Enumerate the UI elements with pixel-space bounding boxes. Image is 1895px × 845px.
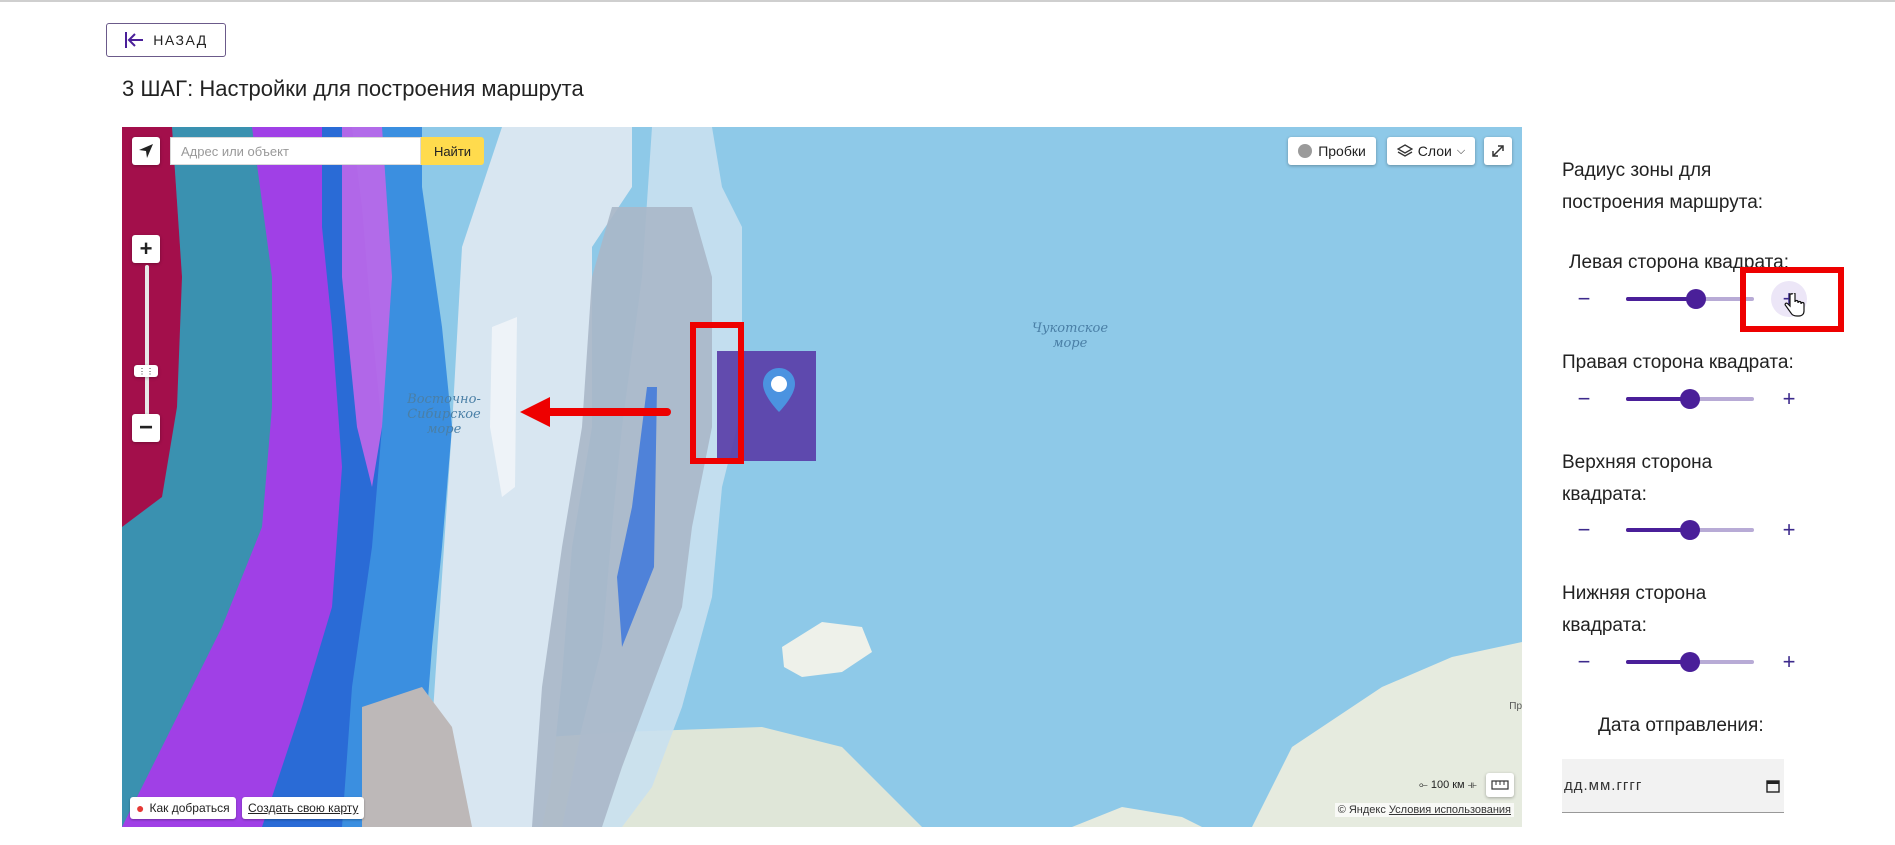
zoom-in-button[interactable]: + xyxy=(132,235,160,263)
zoom-slider-handle[interactable]: ⋮⋮ xyxy=(134,365,158,377)
sea-label-line: Чукотское xyxy=(1031,321,1109,336)
fullscreen-icon xyxy=(1492,145,1504,157)
right-side-plus-button[interactable]: + xyxy=(1777,386,1801,411)
scale-label: 100 км xyxy=(1430,779,1465,791)
create-map-link[interactable]: Создать свою карту xyxy=(242,797,365,819)
radius-title-line2: построения маршрута: xyxy=(1562,192,1764,213)
sea-label-east-siberian: Восточно- Сибирское море xyxy=(394,392,494,437)
chevron-down-icon: ⌵ xyxy=(1456,144,1466,157)
radius-title-line1: Радиус зоны для xyxy=(1562,160,1712,181)
map-search-input[interactable]: Адрес или объект xyxy=(170,137,421,165)
map-edge-label: Пр xyxy=(1509,701,1522,712)
top-side-label: Верхняя сторона квадрата: xyxy=(1562,447,1712,511)
left-side-minus-button[interactable]: − xyxy=(1572,286,1596,311)
map-canvas xyxy=(122,127,1522,827)
left-side-slider-thumb[interactable] xyxy=(1686,289,1707,309)
top-side-label-line1: Верхняя сторона xyxy=(1562,452,1713,473)
ruler-icon xyxy=(1491,780,1509,790)
top-side-label-line2: квадрата: xyxy=(1562,484,1647,505)
sea-label-line: Восточно- xyxy=(407,392,481,407)
date-placeholder: дд.мм.гггг xyxy=(1564,777,1643,794)
traffic-icon xyxy=(1298,144,1313,158)
back-button[interactable]: НАЗАД xyxy=(106,23,226,57)
date-label: Дата отправления: xyxy=(1598,715,1764,736)
fullscreen-button[interactable] xyxy=(1484,137,1512,165)
copyright-text: © Яндекс xyxy=(1337,804,1386,816)
zoom-out-button[interactable]: − xyxy=(132,414,160,442)
top-side-slider: − + xyxy=(1562,517,1802,542)
traffic-button[interactable]: Пробки xyxy=(1288,137,1376,165)
hand-cursor-icon xyxy=(1784,293,1805,317)
map-find-button[interactable]: Найти xyxy=(421,137,484,165)
right-side-label: Правая сторона квадрата: xyxy=(1562,352,1794,373)
route-link-label: Как добраться xyxy=(149,801,230,815)
geolocation-button[interactable] xyxy=(132,137,160,165)
bottom-side-slider: − + xyxy=(1562,649,1802,674)
top-side-minus-button[interactable]: − xyxy=(1572,517,1596,542)
right-side-slider: − + xyxy=(1562,386,1802,411)
route-link[interactable]: ● Как добраться xyxy=(130,797,236,819)
calendar-icon[interactable] xyxy=(1766,779,1780,793)
layers-button[interactable]: Слои ⌵ xyxy=(1387,137,1475,165)
back-button-label: НАЗАД xyxy=(153,32,208,48)
map-copyright: © Яндекс Условия использования xyxy=(1334,803,1514,817)
right-side-slider-thumb[interactable] xyxy=(1680,389,1700,409)
bottom-side-plus-button[interactable]: + xyxy=(1777,649,1801,674)
page-title: 3 ШАГ: Настройки для построения маршрута xyxy=(122,76,584,101)
bottom-side-slider-thumb[interactable] xyxy=(1680,652,1700,672)
zoom-slider-track[interactable] xyxy=(145,265,149,425)
top-side-slider-thumb[interactable] xyxy=(1680,520,1700,540)
bottom-side-label: Нижняя сторона квадрата: xyxy=(1562,578,1706,642)
traffic-label: Пробки xyxy=(1318,143,1366,159)
radius-title: Радиус зоны для построения маршрута: xyxy=(1562,155,1763,219)
location-pin-icon: ● xyxy=(136,800,145,816)
layers-icon xyxy=(1396,144,1413,157)
map[interactable]: Чукотское море Восточно- Сибирское море … xyxy=(122,127,1522,827)
right-side-slider-track[interactable] xyxy=(1626,389,1754,409)
layers-label: Слои xyxy=(1417,143,1452,159)
departure-date-input[interactable]: дд.мм.гггг xyxy=(1562,759,1784,813)
sea-label-line: море xyxy=(1052,336,1088,351)
bottom-side-slider-track[interactable] xyxy=(1626,652,1754,672)
sea-label-line: море xyxy=(426,422,462,437)
map-scale: ⟜ 100 км ⟛ xyxy=(1418,779,1477,791)
left-side-slider-track[interactable] xyxy=(1626,289,1754,309)
terms-link[interactable]: Условия использования xyxy=(1389,804,1511,816)
ruler-button[interactable] xyxy=(1486,773,1514,797)
route-settings-panel: Радиус зоны для построения маршрута: Лев… xyxy=(1562,0,1895,845)
bottom-side-minus-button[interactable]: − xyxy=(1572,649,1596,674)
sea-label-line: Сибирское xyxy=(407,407,481,422)
right-side-minus-button[interactable]: − xyxy=(1572,386,1596,411)
sea-label-chukchi: Чукотское море xyxy=(1030,321,1110,351)
top-side-plus-button[interactable]: + xyxy=(1777,517,1801,542)
top-side-slider-track[interactable] xyxy=(1626,520,1754,540)
geolocation-icon xyxy=(139,144,153,158)
back-arrow-icon xyxy=(125,32,144,48)
bottom-side-label-line1: Нижняя сторона xyxy=(1562,583,1707,604)
bottom-side-label-line2: квадрата: xyxy=(1562,615,1647,636)
